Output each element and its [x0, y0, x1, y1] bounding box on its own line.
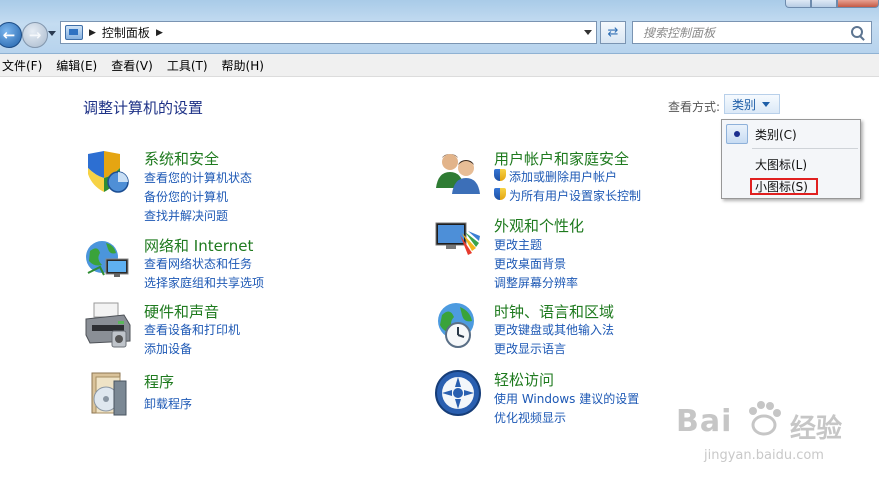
- forward-button[interactable]: →: [22, 22, 48, 48]
- category-title-clock[interactable]: 时钟、语言和区域: [494, 301, 614, 322]
- menu-edit[interactable]: 编辑(E): [52, 57, 105, 74]
- appearance-icon: [435, 222, 480, 255]
- link-parental-controls-text: 为所有用户设置家长控制: [509, 189, 642, 203]
- link-backup-computer[interactable]: 备份您的计算机: [144, 188, 228, 205]
- menu-item-large-icons[interactable]: 大图标(L): [722, 153, 860, 175]
- menu-separator: [752, 148, 858, 149]
- menu-item-category[interactable]: 类别(C): [722, 123, 860, 145]
- menu-item-category-label: 类别(C): [755, 128, 797, 142]
- forward-arrow-icon: →: [28, 26, 42, 44]
- baidu-paw-icon: [749, 401, 781, 436]
- address-dropdown-icon[interactable]: [584, 30, 592, 35]
- radio-selected-icon: [726, 124, 748, 144]
- link-display-language[interactable]: 更改显示语言: [494, 340, 566, 357]
- link-windows-suggested-settings[interactable]: 使用 Windows 建议的设置: [494, 390, 639, 407]
- link-uninstall-program[interactable]: 卸载程序: [144, 395, 192, 412]
- link-add-device[interactable]: 添加设备: [144, 340, 192, 357]
- menu-file[interactable]: 文件(F): [0, 57, 50, 74]
- view-by-label: 查看方式:: [668, 100, 721, 114]
- watermark-url: jingyan.baidu.com: [704, 448, 824, 463]
- link-devices-printers[interactable]: 查看设备和打印机: [144, 321, 240, 338]
- category-title-system[interactable]: 系统和安全: [144, 148, 219, 169]
- page-title: 调整计算机的设置: [83, 99, 204, 117]
- menu-tools[interactable]: 工具(T): [163, 57, 216, 74]
- menu-help[interactable]: 帮助(H): [218, 57, 272, 74]
- address-toolbar: ← → ▶ 控制面板 ▶ ⇄ 搜索控制面板: [0, 0, 879, 54]
- link-troubleshoot[interactable]: 查找并解决问题: [144, 207, 228, 224]
- link-optimize-visual-display[interactable]: 优化视频显示: [494, 409, 566, 426]
- search-input[interactable]: 搜索控制面板: [643, 24, 851, 41]
- control-panel-icon: [65, 25, 83, 40]
- back-arrow-icon: ←: [2, 26, 16, 44]
- link-change-theme[interactable]: 更改主题: [494, 236, 542, 253]
- link-change-keyboard[interactable]: 更改键盘或其他输入法: [494, 321, 614, 338]
- link-screen-resolution[interactable]: 调整屏幕分辨率: [494, 274, 578, 291]
- category-title-hardware[interactable]: 硬件和声音: [144, 301, 219, 322]
- menu-item-large-icons-label: 大图标(L): [755, 158, 808, 172]
- category-title-programs[interactable]: 程序: [144, 371, 174, 392]
- category-title-ease[interactable]: 轻松访问: [494, 369, 554, 390]
- window-controls: [785, 0, 879, 8]
- back-button[interactable]: ←: [0, 22, 22, 48]
- category-title-appearance[interactable]: 外观和个性化: [494, 215, 584, 236]
- watermark-brand-cn: 经验: [790, 414, 843, 444]
- link-change-background[interactable]: 更改桌面背景: [494, 255, 566, 272]
- breadcrumb-separator-icon[interactable]: ▶: [156, 28, 163, 38]
- link-network-status[interactable]: 查看网络状态和任务: [144, 255, 252, 272]
- category-title-network[interactable]: 网络和 Internet: [144, 235, 253, 256]
- link-parental-controls[interactable]: 为所有用户设置家长控制: [494, 187, 641, 204]
- chevron-down-icon: [762, 101, 771, 107]
- highlight-annotation-box: [750, 178, 818, 195]
- close-button[interactable]: [837, 0, 879, 8]
- maximize-button[interactable]: [811, 0, 837, 8]
- programs-icon: [91, 372, 127, 416]
- category-title-users[interactable]: 用户帐户和家庭安全: [494, 148, 629, 169]
- globe-clock-icon: [438, 303, 474, 348]
- uac-shield-icon: [494, 169, 506, 183]
- watermark-brand: Bai: [676, 404, 733, 439]
- minimize-button[interactable]: [785, 0, 811, 8]
- breadcrumb-separator-icon[interactable]: ▶: [89, 28, 96, 38]
- link-add-remove-accounts-text: 添加或删除用户帐户: [509, 170, 618, 184]
- link-homegroup-sharing[interactable]: 选择家庭组和共享选项: [144, 274, 264, 291]
- menu-bar: 文件(F) 编辑(E) 查看(V) 工具(T) 帮助(H): [0, 54, 879, 77]
- refresh-icon: ⇄: [607, 25, 619, 40]
- recent-pages-dropdown[interactable]: [48, 31, 56, 36]
- search-box[interactable]: 搜索控制面板: [632, 21, 872, 44]
- network-icon: [86, 241, 129, 277]
- printer-icon: [85, 302, 131, 348]
- view-by-dropdown[interactable]: 类别: [724, 94, 780, 114]
- link-check-computer-status[interactable]: 查看您的计算机状态: [144, 169, 252, 186]
- ease-of-access-icon: [435, 370, 481, 416]
- users-icon: [436, 154, 480, 194]
- address-bar[interactable]: ▶ 控制面板 ▶: [60, 21, 597, 44]
- menu-view[interactable]: 查看(V): [107, 57, 161, 74]
- uac-shield-icon: [494, 188, 506, 202]
- shield-icon: [88, 151, 129, 193]
- link-add-remove-accounts[interactable]: 添加或删除用户帐户: [494, 168, 617, 185]
- refresh-button[interactable]: ⇄: [600, 21, 626, 44]
- breadcrumb-control-panel[interactable]: 控制面板: [102, 24, 150, 41]
- view-by-value: 类别: [732, 97, 757, 112]
- search-icon[interactable]: [851, 25, 865, 40]
